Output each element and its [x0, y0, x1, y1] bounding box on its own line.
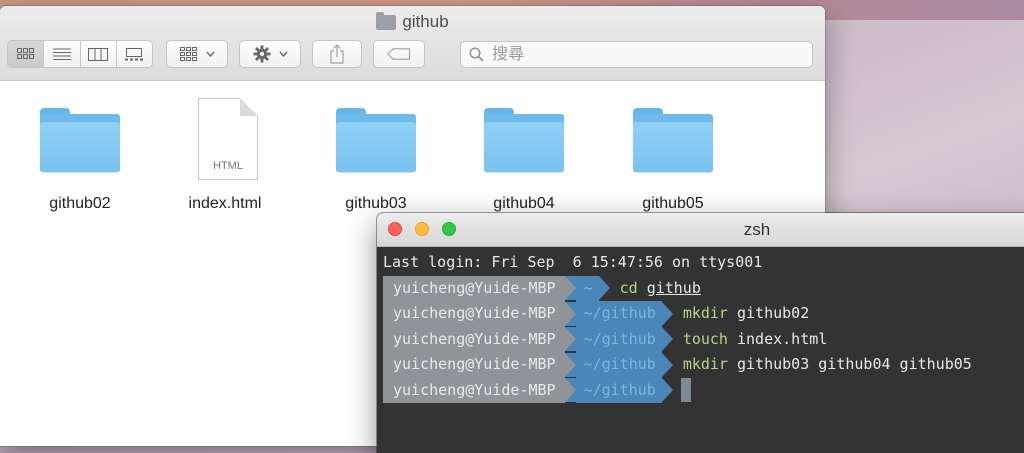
html-document-icon: HTML [198, 98, 258, 180]
command-name: touch [682, 329, 728, 348]
terminal-title: zsh [743, 220, 771, 239]
prompt-separator [661, 378, 673, 403]
command-name: cd [619, 278, 638, 297]
command-args: github02 [737, 304, 810, 322]
prompt-separator [661, 301, 673, 326]
terminal-titlebar[interactable]: zsh [377, 213, 1024, 247]
view-mode-segmented-control [7, 40, 153, 68]
prompt-directory: ~/github [575, 301, 662, 327]
document-type-label: HTML [213, 160, 243, 172]
prompt-separator [661, 352, 673, 377]
prompt-separator [564, 301, 576, 326]
action-button[interactable] [239, 40, 301, 68]
prompt-user: yuicheng@Yuide-MBP [383, 377, 565, 403]
terminal-window[interactable]: zsh Last login: Fri Sep 6 15:47:56 on tt… [377, 213, 1024, 453]
prompt-directory: ~/github [575, 377, 662, 403]
window-title: github [0, 11, 825, 32]
finder-toolbar: github [0, 6, 825, 81]
prompt-user: yuicheng@Yuide-MBP [383, 301, 565, 327]
prompt-line: yuicheng@Yuide-MBP ~/github [383, 377, 972, 403]
folder-icon [336, 108, 416, 172]
prompt-line: yuicheng@Yuide-MBP ~/github mkdir github… [383, 352, 972, 378]
arrange-button[interactable] [166, 40, 228, 68]
file-name: github02 [49, 195, 111, 212]
column-view-icon [88, 47, 109, 61]
maximize-window-button[interactable] [442, 222, 456, 236]
file-name: github03 [345, 195, 407, 212]
search-icon [469, 47, 484, 62]
prompt-separator [661, 327, 673, 352]
prompt-line: yuicheng@Yuide-MBP ~/github mkdir github… [383, 301, 972, 327]
close-window-button[interactable] [388, 222, 402, 236]
text-cursor [680, 378, 691, 403]
prompt-separator [598, 276, 610, 301]
folder-icon [633, 108, 713, 172]
command-name: mkdir [682, 355, 728, 373]
prompt-separator [564, 352, 576, 377]
command-args: github [646, 278, 701, 297]
share-button[interactable] [312, 40, 362, 68]
list-view-icon [52, 48, 71, 60]
command-args: index.html [737, 329, 828, 348]
icon-view-button[interactable] [8, 41, 45, 67]
last-login-line: Last login: Fri Sep 6 15:47:56 on ttys00… [383, 253, 763, 271]
folder-icon [484, 108, 564, 172]
prompt-separator [564, 378, 576, 403]
prompt-directory: ~/github [575, 326, 662, 352]
file-name: github04 [493, 195, 555, 212]
prompt-line: yuicheng@Yuide-MBP ~/github touch index.… [383, 326, 972, 352]
prompt-directory: ~/github [575, 352, 662, 378]
icon-view-grid-icon [16, 48, 34, 59]
prompt-separator [564, 276, 576, 301]
terminal-output[interactable]: Last login: Fri Sep 6 15:47:56 on ttys00… [383, 250, 972, 403]
tag-button[interactable] [373, 40, 425, 68]
tag-icon [387, 48, 411, 60]
prompt-user: yuicheng@Yuide-MBP [383, 326, 565, 352]
list-view-button[interactable] [44, 41, 81, 67]
chevron-down-icon [278, 51, 288, 57]
column-view-button[interactable] [81, 41, 117, 67]
folder-icon [40, 108, 120, 172]
chevron-down-icon [205, 51, 215, 57]
gallery-view-icon [125, 47, 144, 60]
folder-icon [376, 11, 397, 30]
share-icon [330, 44, 344, 64]
arrange-icon [179, 47, 197, 61]
prompt-line: yuicheng@Yuide-MBP ~ cd github [383, 275, 972, 301]
prompt-user: yuicheng@Yuide-MBP [383, 352, 565, 378]
file-name: github05 [642, 195, 704, 212]
minimize-window-button[interactable] [415, 222, 429, 236]
gallery-view-button[interactable] [117, 41, 152, 67]
file-name: index.html [188, 195, 262, 212]
search-input[interactable] [490, 44, 794, 65]
gear-icon [253, 45, 270, 63]
command-name: mkdir [682, 304, 728, 322]
search-field[interactable] [460, 41, 813, 68]
window-title-text: github [402, 12, 449, 31]
prompt-separator [564, 327, 576, 352]
command-args: github03 github04 github05 [737, 355, 972, 373]
prompt-user: yuicheng@Yuide-MBP [383, 275, 565, 301]
prompt-directory: ~ [575, 275, 599, 301]
